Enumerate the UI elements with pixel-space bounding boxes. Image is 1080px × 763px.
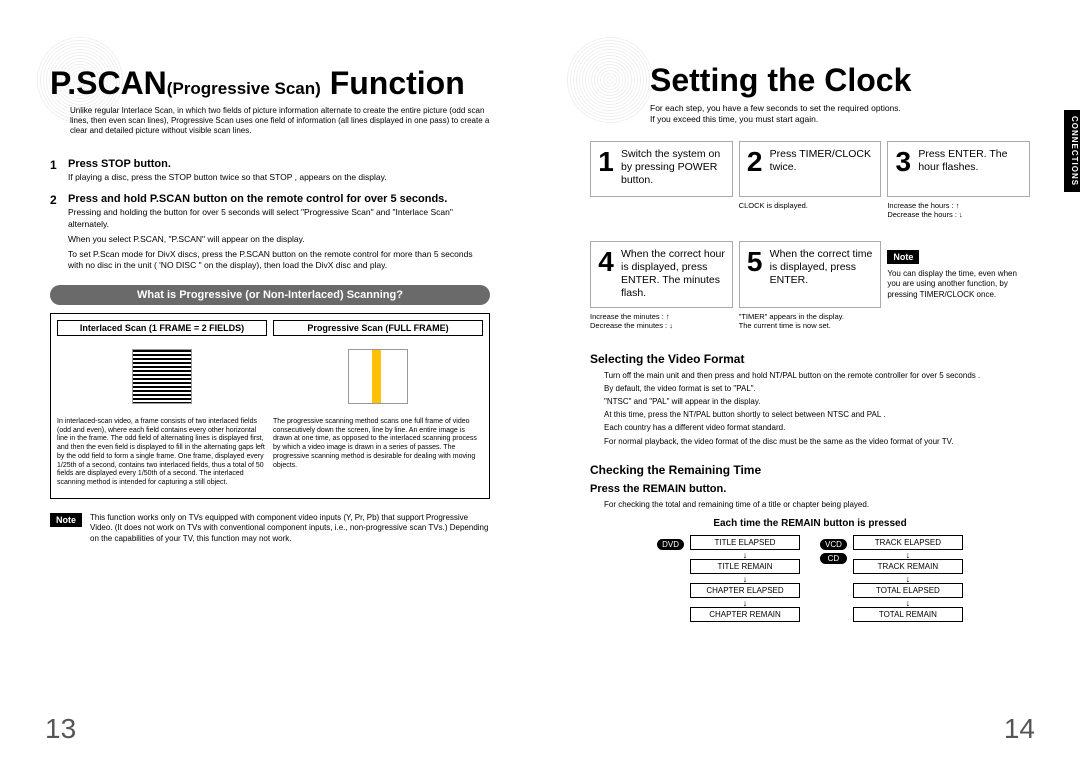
- page-13: P.SCAN(Progressive Scan) Function Unlike…: [0, 0, 540, 763]
- remain-diagram: DVD TITLE ELAPSED TITLE REMAIN CHAPTER E…: [590, 535, 1030, 624]
- dvd-remain-list: TITLE ELAPSED TITLE REMAIN CHAPTER ELAPS…: [690, 535, 800, 624]
- progressive-illustration: [348, 349, 408, 404]
- clock-step-2-sub: CLOCK is displayed.: [739, 201, 882, 225]
- page-14: CONNECTIONS Setting the Clock For each s…: [540, 0, 1080, 763]
- step-1-head: Press STOP button.: [68, 158, 490, 170]
- title-pscan: P.SCAN(Progressive Scan) Function: [50, 65, 490, 102]
- steps-row-2: 4 When the correct hour is displayed, pr…: [590, 241, 1030, 336]
- video-format-body: Turn off the main unit and then press an…: [604, 370, 1030, 447]
- step-2-bullet-2: To set P.Scan mode for DivX discs, press…: [68, 249, 490, 272]
- clock-note-text: You can display the time, even when you …: [887, 269, 1030, 300]
- step-2-head: Press and hold P.SCAN button on the remo…: [68, 193, 490, 205]
- remaining-sub: Press the REMAIN button.: [590, 483, 1030, 495]
- interlaced-text: In interlaced-scan video, a frame consis…: [57, 418, 267, 488]
- clock-step-3-sub: Increase the hours : ↑ Decrease the hour…: [887, 201, 1030, 225]
- clock-step-2: 2 Press TIMER/CLOCK twice.: [739, 141, 882, 197]
- page-number-14: 14: [1004, 713, 1035, 745]
- note-row: Note This function works only on TVs equ…: [50, 513, 490, 544]
- remaining-desc: For checking the total and remaining tim…: [604, 499, 1030, 510]
- steps-row-1: 1 Switch the system on by pressing POWER…: [590, 141, 1030, 225]
- title-clock: Setting the Clock: [650, 62, 1030, 99]
- remain-title: Each time the REMAIN button is pressed: [590, 518, 1030, 529]
- clock-step-4-sub: Increase the minutes : ↑ Decrease the mi…: [590, 312, 733, 336]
- clock-step-5: 5 When the correct time is displayed, pr…: [739, 241, 882, 308]
- side-tab-connections: CONNECTIONS: [1064, 110, 1080, 192]
- page-number-13: 13: [45, 713, 76, 745]
- step-1: 1 Press STOP button. If playing a disc, …: [50, 158, 490, 183]
- clock-step-4: 4 When the correct hour is displayed, pr…: [590, 241, 733, 308]
- clock-step-5-sub: "TIMER" appears in the display. The curr…: [739, 312, 882, 336]
- step-1-body: If playing a disc, press the STOP button…: [68, 172, 490, 183]
- section-bar: What is Progressive (or Non-Interlaced) …: [50, 285, 490, 305]
- cd-badge: CD: [820, 553, 847, 564]
- note-badge: Note: [50, 513, 82, 527]
- note-text: This function works only on TVs equipped…: [90, 513, 490, 544]
- vcd-badge: VCD: [820, 539, 847, 550]
- scan-comparison-box: Interlaced Scan (1 FRAME = 2 FIELDS) In …: [50, 313, 490, 499]
- clock-note-block: Note You can display the time, even when…: [887, 247, 1030, 300]
- video-format-head: Selecting the Video Format: [590, 352, 1030, 366]
- step-2: 2 Press and hold P.SCAN button on the re…: [50, 193, 490, 274]
- progressive-text: The progressive scanning method scans on…: [273, 418, 483, 471]
- dvd-badge: DVD: [657, 539, 684, 550]
- progressive-head: Progressive Scan (FULL FRAME): [273, 320, 483, 336]
- step-2-bullet-1: When you select P.SCAN, "P.SCAN" will ap…: [68, 234, 490, 245]
- cd-remain-list: TRACK ELAPSED TRACK REMAIN TOTAL ELAPSED…: [853, 535, 963, 624]
- interlaced-head: Interlaced Scan (1 FRAME = 2 FIELDS): [57, 320, 267, 336]
- intro-text: Unlike regular Interlace Scan, in which …: [70, 106, 490, 136]
- clock-step-1: 1 Switch the system on by pressing POWER…: [590, 141, 733, 197]
- interlaced-illustration: [132, 349, 192, 404]
- remaining-head: Checking the Remaining Time: [590, 463, 1030, 477]
- clock-step-1-sub: [590, 201, 733, 225]
- clock-step-3: 3 Press ENTER. The hour flashes.: [887, 141, 1030, 197]
- step-2-body: Pressing and holding the button for over…: [68, 207, 490, 230]
- swirl-decoration: [565, 35, 655, 125]
- note-badge: Note: [887, 250, 919, 264]
- numbered-steps: 1 Press STOP button. If playing a disc, …: [50, 158, 490, 275]
- intro-clock: For each step, you have a few seconds to…: [650, 103, 1030, 125]
